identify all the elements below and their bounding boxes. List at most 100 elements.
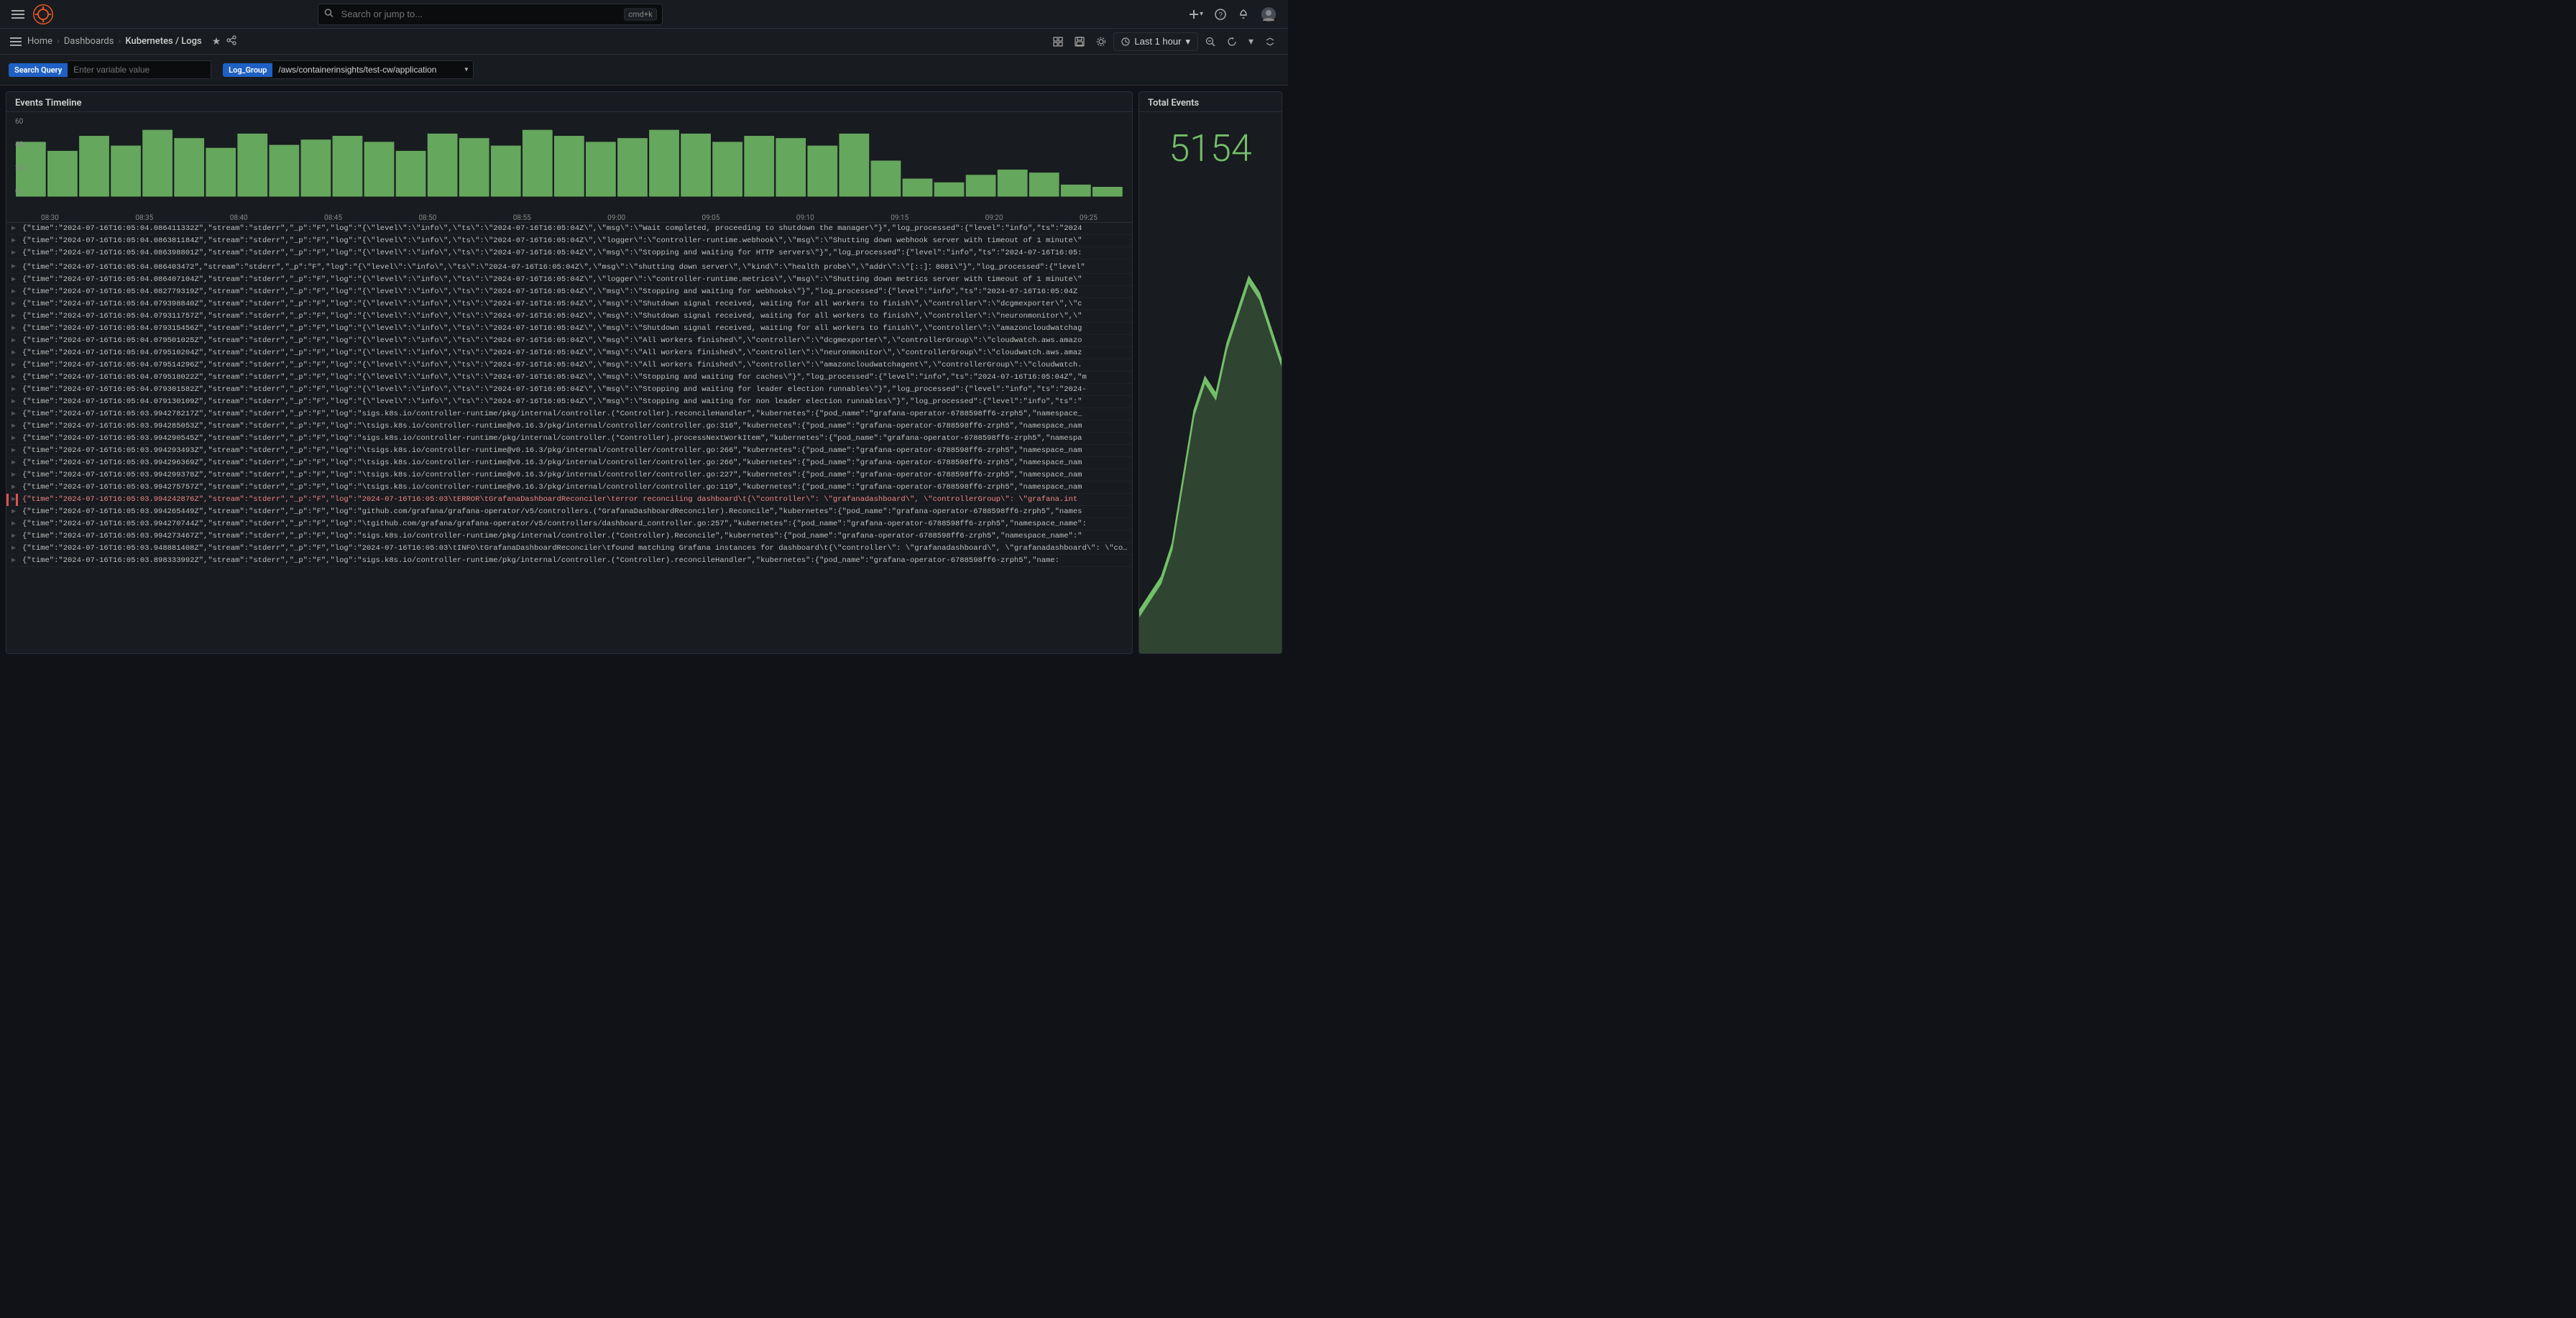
settings-button[interactable] xyxy=(1092,34,1110,50)
expand-icon[interactable]: ▶ xyxy=(8,543,17,555)
log-row[interactable]: ▶{"time":"2024-07-16T16:05:03.994285053Z… xyxy=(8,420,1133,433)
log-row[interactable]: ▶{"time":"2024-07-16T16:05:03.994296369Z… xyxy=(8,457,1133,469)
log-row[interactable]: ▶{"time":"2024-07-16T16:05:04.079510204Z… xyxy=(8,347,1133,359)
log-table-area[interactable]: ▶{"time":"2024-07-16T16:05:04.086411332Z… xyxy=(6,222,1132,653)
menu-button[interactable] xyxy=(9,5,27,24)
total-events-value: 5154 xyxy=(1139,112,1282,170)
search-input[interactable] xyxy=(318,4,663,25)
log-row[interactable]: ▶{"time":"2024-07-16T16:05:04.086411332Z… xyxy=(8,223,1133,235)
log-row[interactable]: ▶{"time":"2024-07-16T16:05:04.082779319Z… xyxy=(8,286,1133,298)
expand-icon[interactable]: ▶ xyxy=(8,481,17,494)
expand-icon[interactable]: ▶ xyxy=(8,323,17,335)
log-row[interactable]: ▶{"time":"2024-07-16T16:05:04.079514296Z… xyxy=(8,359,1133,372)
expand-icon[interactable]: ▶ xyxy=(8,286,17,298)
save-button[interactable] xyxy=(1070,34,1089,50)
breadcrumb-dashboards[interactable]: Dashboards xyxy=(64,36,114,47)
star-icon[interactable]: ★ xyxy=(212,36,221,47)
expand-icon[interactable]: ▶ xyxy=(8,518,17,530)
expand-icon[interactable]: ▶ xyxy=(8,469,17,481)
log-row[interactable]: ▶{"time":"2024-07-16T16:05:04.079501025Z… xyxy=(8,335,1133,347)
log-content: {"time":"2024-07-16T16:05:03.994285053Z"… xyxy=(17,420,1133,433)
expand-icon[interactable]: ▶ xyxy=(8,457,17,469)
log-content: {"time":"2024-07-16T16:05:04.086403472",… xyxy=(17,259,1133,274)
expand-icon[interactable]: ▶ xyxy=(8,335,17,347)
log-row[interactable]: ▶{"time":"2024-07-16T16:05:03.994242876Z… xyxy=(8,494,1133,506)
search-query-input[interactable] xyxy=(68,60,211,79)
add-button[interactable]: ▾ xyxy=(1185,6,1206,23)
expand-icon[interactable]: ▶ xyxy=(8,420,17,433)
time-range-label: Last 1 hour xyxy=(1134,36,1181,47)
expand-icon[interactable]: ▶ xyxy=(8,235,17,247)
log-row[interactable]: ▶{"time":"2024-07-16T16:05:04.079301582Z… xyxy=(8,384,1133,396)
log-row[interactable]: ▶{"time":"2024-07-16T16:05:04.079518022Z… xyxy=(8,372,1133,384)
panel-view-button[interactable] xyxy=(1049,34,1067,50)
breadcrumb-sep-1: › xyxy=(57,36,60,47)
panel-header: Events Timeline xyxy=(6,92,1132,112)
total-events-panel: Total Events 5154 xyxy=(1138,91,1282,654)
log-row[interactable]: ▶{"time":"2024-07-16T16:05:03.994290545Z… xyxy=(8,433,1133,445)
expand-icon[interactable]: ▶ xyxy=(8,359,17,372)
expand-icon[interactable]: ▶ xyxy=(8,506,17,518)
expand-icon[interactable]: ▶ xyxy=(8,408,17,420)
log-row[interactable]: ▶{"time":"2024-07-16T16:05:04.086381184Z… xyxy=(8,235,1133,247)
share-icon[interactable] xyxy=(226,35,236,48)
log-row[interactable]: ▶{"time":"2024-07-16T16:05:03.994273467Z… xyxy=(8,530,1133,543)
log-row[interactable]: ▶{"time":"2024-07-16T16:05:04.086398801Z… xyxy=(8,247,1133,259)
breadcrumb-current: Kubernetes / Logs xyxy=(125,36,201,47)
time-picker-button[interactable]: Last 1 hour ▾ xyxy=(1113,32,1198,51)
log-row[interactable]: ▶{"time":"2024-07-16T16:05:03.994275757Z… xyxy=(8,481,1133,494)
log-row[interactable]: ▶{"time":"2024-07-16T16:05:03.994293493Z… xyxy=(8,445,1133,457)
refresh-options-button[interactable]: ▾ xyxy=(1244,32,1258,50)
zoom-out-button[interactable] xyxy=(1201,34,1220,50)
log-row[interactable]: ▶{"time":"2024-07-16T16:05:04.079311757Z… xyxy=(8,310,1133,323)
user-avatar[interactable] xyxy=(1258,4,1279,25)
sidebar-toggle[interactable] xyxy=(9,34,23,49)
chevron-down-icon: ▾ xyxy=(1200,10,1203,18)
bell-button[interactable] xyxy=(1235,6,1252,23)
log-group-select[interactable]: /aws/containerinsights/test-cw/applicati… xyxy=(272,60,474,79)
x-label-11: 09:25 xyxy=(1080,214,1098,222)
expand-icon[interactable]: ▶ xyxy=(8,310,17,323)
panel-title: Events Timeline xyxy=(15,98,81,109)
log-row[interactable]: ▶{"time":"2024-07-16T16:05:03.994265449Z… xyxy=(8,506,1133,518)
log-content: {"time":"2024-07-16T16:05:04.079301582Z"… xyxy=(17,384,1133,396)
expand-icon[interactable]: ▶ xyxy=(8,445,17,457)
expand-icon[interactable]: ▶ xyxy=(8,259,17,274)
refresh-button[interactable] xyxy=(1223,34,1241,50)
expand-icon[interactable]: ▶ xyxy=(8,372,17,384)
log-row[interactable]: ▶{"time":"2024-07-16T16:05:03.948881408Z… xyxy=(8,543,1133,555)
log-row[interactable]: ▶{"time":"2024-07-16T16:05:03.994278217Z… xyxy=(8,408,1133,420)
nav-right-actions: ▾ ? xyxy=(1185,4,1279,25)
log-row[interactable]: ▶{"time":"2024-07-16T16:05:03.994270744Z… xyxy=(8,518,1133,530)
log-row[interactable]: ▶{"time":"2024-07-16T16:05:04.086403472"… xyxy=(8,259,1133,274)
bar-chart xyxy=(15,118,1123,204)
expand-icon[interactable]: ▶ xyxy=(8,347,17,359)
expand-icon[interactable]: ▶ xyxy=(8,223,17,235)
expand-icon[interactable]: ▶ xyxy=(8,433,17,445)
search-query-label[interactable]: Search Query xyxy=(9,63,68,77)
log-row[interactable]: ▶{"time":"2024-07-16T16:05:04.086407104Z… xyxy=(8,274,1133,286)
help-button[interactable]: ? xyxy=(1212,6,1229,23)
log-row[interactable]: ▶{"time":"2024-07-16T16:05:03.898333992Z… xyxy=(8,555,1133,567)
log-content: {"time":"2024-07-16T16:05:04.086407104Z"… xyxy=(17,274,1133,286)
expand-icon[interactable]: ▶ xyxy=(8,247,17,259)
log-row[interactable]: ▶{"time":"2024-07-16T16:05:04.079130109Z… xyxy=(8,396,1133,408)
search-shortcut: cmd+k xyxy=(624,8,656,20)
expand-icon[interactable]: ▶ xyxy=(8,530,17,543)
global-search[interactable]: cmd+k xyxy=(318,4,663,25)
grafana-logo[interactable] xyxy=(33,4,53,24)
expand-icon[interactable]: ▶ xyxy=(8,396,17,408)
log-row[interactable]: ▶{"time":"2024-07-16T16:05:03.994299378Z… xyxy=(8,469,1133,481)
expand-icon[interactable]: ▶ xyxy=(8,384,17,396)
expand-icon[interactable]: ▶ xyxy=(8,298,17,310)
expand-icon[interactable]: ▶ xyxy=(8,274,17,286)
expand-icon[interactable]: ▶ xyxy=(8,555,17,567)
expand-icon[interactable]: ▶ xyxy=(8,494,17,506)
total-events-title: Total Events xyxy=(1148,98,1199,109)
total-events-area-chart xyxy=(1139,176,1282,653)
collapse-button[interactable] xyxy=(1261,34,1279,50)
log-row[interactable]: ▶{"time":"2024-07-16T16:05:04.079398840Z… xyxy=(8,298,1133,310)
breadcrumb-home[interactable]: Home xyxy=(27,36,52,47)
log-row[interactable]: ▶{"time":"2024-07-16T16:05:04.079315456Z… xyxy=(8,323,1133,335)
log-table: ▶{"time":"2024-07-16T16:05:04.086411332Z… xyxy=(6,223,1132,567)
